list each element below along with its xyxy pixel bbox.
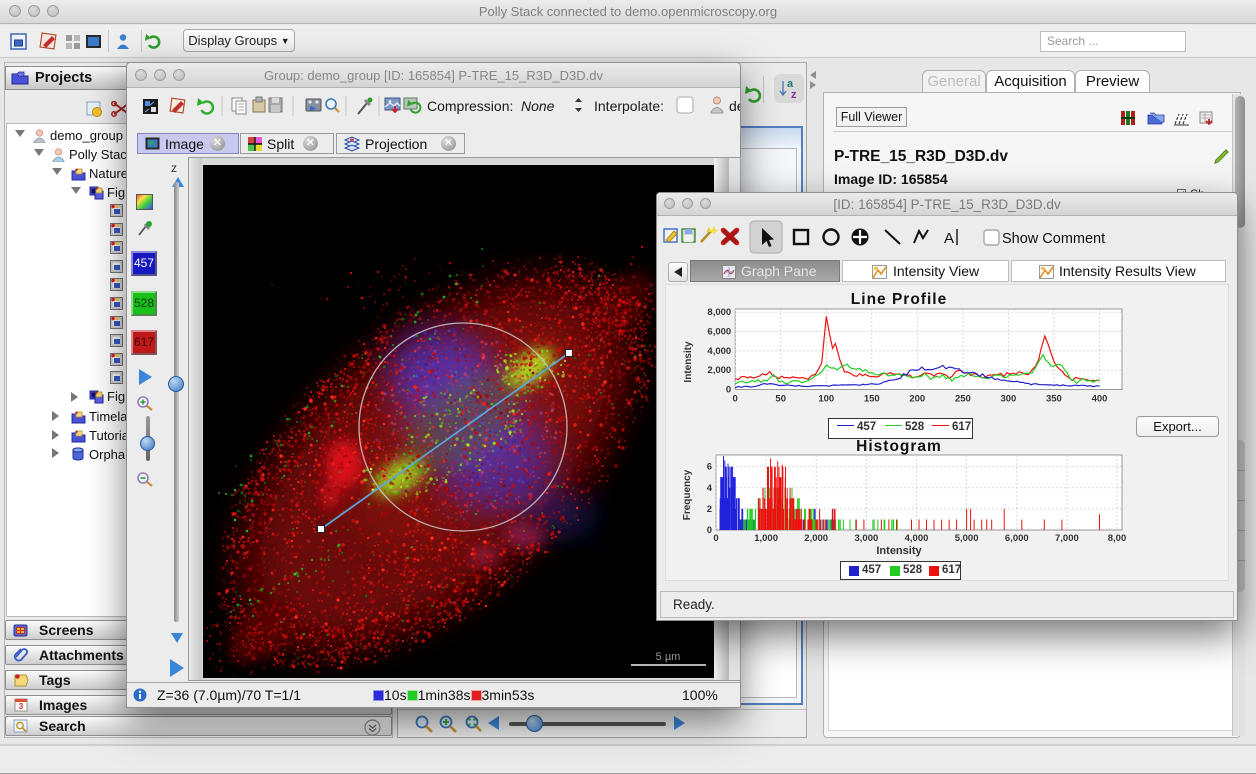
svg-text:8,000: 8,000: [707, 307, 731, 318]
svg-text:5 µm: 5 µm: [656, 651, 681, 663]
svg-text:0: 0: [713, 533, 718, 544]
svg-text:Interpolate:: Interpolate:: [594, 98, 664, 114]
svg-text:2,000: 2,000: [804, 533, 828, 544]
svg-text:4: 4: [707, 483, 713, 494]
svg-text:100: 100: [818, 394, 834, 405]
svg-text:250: 250: [955, 394, 971, 405]
svg-text:0: 0: [726, 385, 731, 396]
svg-text:2,000: 2,000: [707, 365, 731, 376]
svg-text:Intensity: Intensity: [683, 341, 694, 383]
svg-text:6: 6: [707, 462, 712, 473]
svg-text:7,000: 7,000: [1055, 533, 1079, 544]
svg-text:3: 3: [19, 702, 24, 711]
svg-text:300: 300: [1000, 394, 1016, 405]
svg-text:350: 350: [1046, 394, 1062, 405]
svg-text:8,00: 8,00: [1108, 533, 1127, 544]
svg-text:A: A: [944, 230, 954, 247]
svg-text:4,000: 4,000: [905, 533, 929, 544]
svg-text:6,000: 6,000: [1005, 533, 1029, 544]
svg-text:Compression:: Compression:: [427, 98, 513, 114]
svg-text:1,000: 1,000: [754, 533, 778, 544]
svg-text:Intensity: Intensity: [876, 545, 922, 557]
svg-text:50: 50: [775, 394, 786, 405]
svg-text:200: 200: [909, 394, 925, 405]
svg-text:Frequency: Frequency: [682, 469, 693, 520]
svg-text:None: None: [521, 98, 555, 114]
svg-text:4,000: 4,000: [707, 346, 731, 357]
svg-text:Show Comment: Show Comment: [1002, 231, 1105, 247]
svg-text:150: 150: [864, 394, 880, 405]
svg-text:z: z: [791, 89, 797, 101]
svg-text:3,000: 3,000: [855, 533, 879, 544]
svg-text:400: 400: [1092, 394, 1108, 405]
svg-text:de: de: [729, 98, 740, 114]
svg-text:6,000: 6,000: [707, 327, 731, 338]
svg-text:0: 0: [707, 525, 712, 536]
svg-text:5,000: 5,000: [955, 533, 979, 544]
svg-text:0: 0: [733, 394, 738, 405]
svg-text:2: 2: [707, 504, 712, 515]
